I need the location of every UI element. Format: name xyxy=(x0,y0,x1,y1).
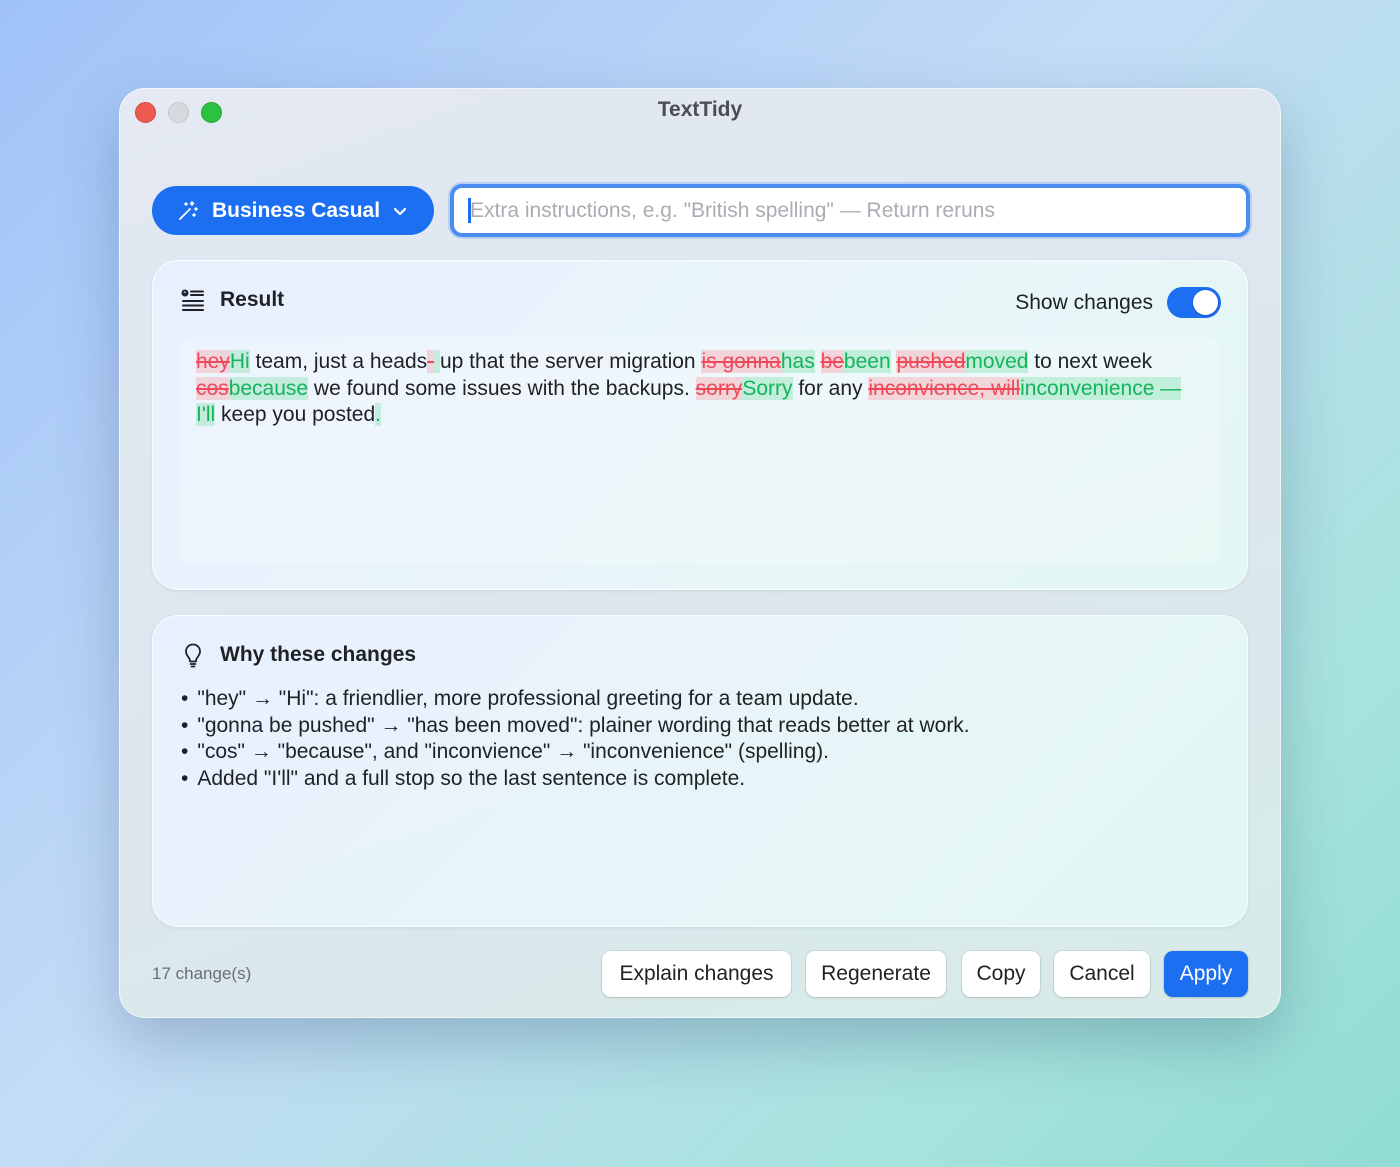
diff-insertion: Sorry xyxy=(742,376,793,400)
chevron-down-icon xyxy=(393,207,407,215)
why-item: Added "I'll" and a full stop so the last… xyxy=(181,766,1219,793)
extra-instructions-input[interactable] xyxy=(454,188,1246,233)
diff-insertion: been xyxy=(843,350,891,373)
why-item: "gonna be pushed" → "has been moved": pl… xyxy=(181,713,1219,740)
why-item: "hey" → "Hi": a friendlier, more profess… xyxy=(181,686,1219,713)
why-list: "hey" → "Hi": a friendlier, more profess… xyxy=(181,686,1219,792)
diff-insertion: because xyxy=(228,376,309,400)
diff-deletion: is gonna xyxy=(701,350,781,373)
extra-instructions-field[interactable] xyxy=(450,184,1250,237)
apply-button[interactable]: Apply xyxy=(1164,951,1248,997)
result-title: Result xyxy=(220,288,285,311)
diff-deletion: inconvience, will xyxy=(868,376,1021,400)
toggle-knob xyxy=(1193,290,1218,315)
result-panel: Result Show changes heyHi team, just a h… xyxy=(152,260,1248,590)
magic-wand-icon xyxy=(179,200,198,220)
diff-unchanged: up that the server migration xyxy=(439,350,702,373)
show-changes-control: Show changes xyxy=(1015,287,1221,318)
copy-button[interactable]: Copy xyxy=(962,951,1040,997)
diff-deletion: pushed xyxy=(896,350,966,373)
diff-insertion: moved xyxy=(965,350,1029,373)
lightbulb-icon xyxy=(185,643,201,668)
text-caret xyxy=(468,198,471,223)
diff-unchanged: team, just a heads xyxy=(249,350,428,373)
why-panel: Why these changes "hey" → "Hi": a friend… xyxy=(152,615,1248,927)
diff-insertion: . xyxy=(375,403,381,426)
show-changes-label: Show changes xyxy=(1015,290,1153,314)
tone-preset-label: Business Casual xyxy=(212,198,381,222)
why-title: Why these changes xyxy=(220,643,417,666)
result-header: Result xyxy=(180,287,284,313)
diff-deletion: hey xyxy=(196,350,230,373)
diff-unchanged xyxy=(815,350,821,373)
diff-insertion: has xyxy=(780,350,815,373)
diff-deletion: be xyxy=(820,350,844,373)
explain-changes-button[interactable]: Explain changes xyxy=(602,951,791,997)
window-title: TextTidy xyxy=(657,98,743,121)
diff-unchanged: to next week xyxy=(1028,350,1153,373)
text-list-icon xyxy=(181,289,204,311)
why-item: "cos" → "because", and "inconvience" → "… xyxy=(181,739,1219,766)
app-window: TextTidy Business Casual Result xyxy=(119,88,1281,1018)
diff-deletion: cos xyxy=(196,376,229,400)
show-changes-toggle[interactable] xyxy=(1167,287,1221,318)
cancel-button[interactable]: Cancel xyxy=(1054,951,1150,997)
diff-unchanged: for any xyxy=(792,376,869,400)
tone-preset-dropdown[interactable]: Business Casual xyxy=(152,186,434,235)
diff-deletion: sorry xyxy=(695,376,743,400)
diff-unchanged: keep you posted xyxy=(215,403,376,426)
diff-insertion: Hi xyxy=(229,350,250,373)
why-header: Why these changes xyxy=(180,642,416,668)
change-count: 17 change(s) xyxy=(152,964,252,983)
regenerate-button[interactable]: Regenerate xyxy=(806,951,946,997)
diff-text: heyHi team, just a heads- up that the se… xyxy=(196,349,1190,429)
diff-unchanged: we found some issues with the backups. xyxy=(308,376,696,400)
result-text-area[interactable]: heyHi team, just a heads- up that the se… xyxy=(180,337,1220,563)
